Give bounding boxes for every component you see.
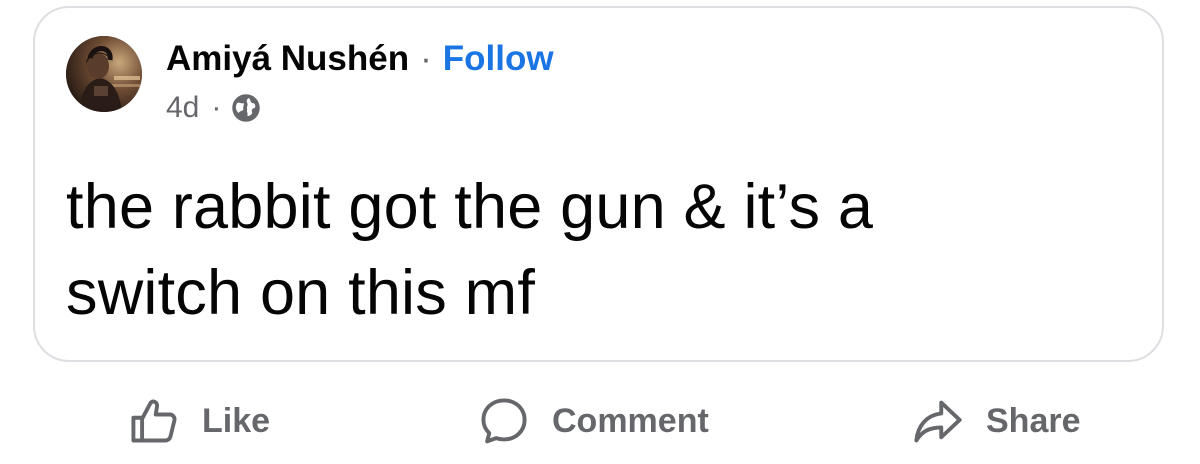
like-label: Like — [202, 401, 271, 440]
follow-button[interactable]: Follow — [443, 36, 554, 82]
avatar[interactable] — [66, 36, 142, 112]
post-text: the rabbit got the gun & it’s a switch o… — [66, 164, 1146, 336]
post-age[interactable]: 4d — [166, 91, 199, 125]
page: Amiyá Nushén · Follow 4d · the rabbit go… — [0, 0, 1200, 464]
comment-button[interactable]: Comment — [478, 388, 709, 454]
avatar-image — [66, 36, 142, 112]
post-meta: 4d · — [166, 88, 261, 128]
comment-label: Comment — [552, 401, 709, 440]
post-text-line-2: switch on this mf — [66, 258, 536, 328]
share-button[interactable]: Share — [912, 388, 1081, 454]
share-label: Share — [986, 401, 1081, 440]
post-actions-bar: Like Comment Share — [0, 388, 1200, 454]
share-icon — [914, 400, 962, 443]
globe-icon[interactable] — [231, 93, 261, 123]
meta-separator: · — [211, 91, 222, 124]
author-line: Amiyá Nushén · Follow — [166, 36, 554, 82]
thumbs-up-icon — [131, 399, 177, 443]
like-button[interactable]: Like — [128, 388, 270, 454]
comment-icon — [481, 398, 527, 444]
author-name[interactable]: Amiyá Nushén — [166, 36, 409, 82]
name-separator: · — [420, 39, 432, 78]
post-text-line-1: the rabbit got the gun & it’s a — [66, 172, 874, 242]
